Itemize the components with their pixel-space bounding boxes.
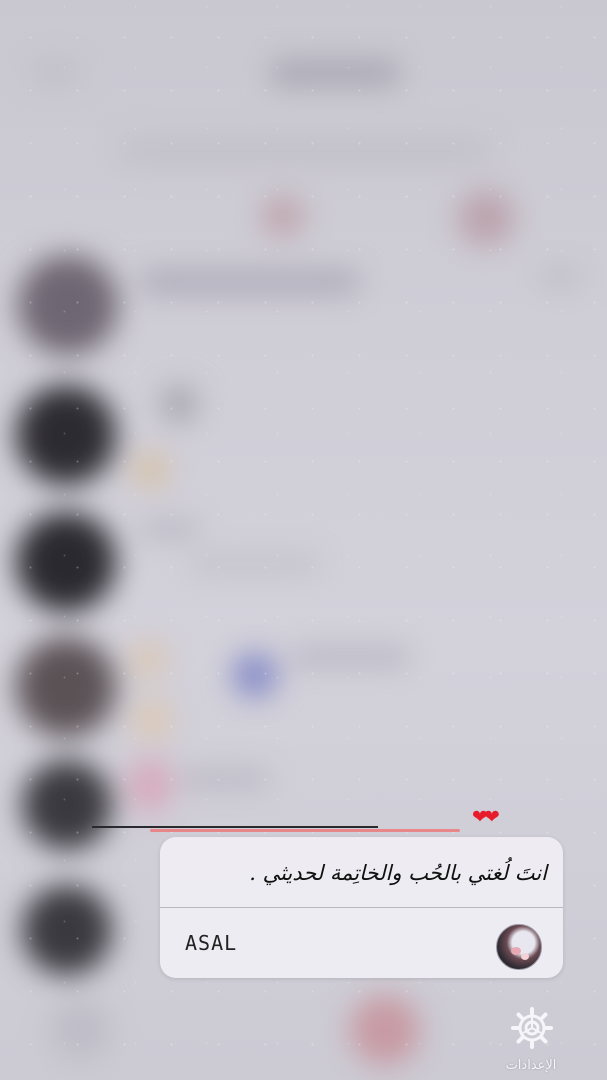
notification-card[interactable]: انتَ لُغتي بالحُب والخاتِمة لحديثي . ASA… [160, 837, 563, 978]
underline-red [150, 829, 460, 832]
sender-name: ASAL [185, 931, 238, 955]
settings-app[interactable]: الإعدادات [490, 1006, 572, 1080]
avatar-flower-2 [521, 953, 529, 960]
hearts-emoji: ❤❤ [472, 806, 500, 828]
sender-avatar[interactable] [496, 924, 542, 970]
quote-text: انتَ لُغتي بالحُب والخاتِمة لحديثي . [249, 861, 547, 885]
gear-icon [511, 1007, 553, 1049]
underline-black [92, 826, 378, 828]
avatar-flower-1 [511, 947, 521, 955]
settings-label: الإعدادات [505, 1058, 557, 1073]
card-divider [160, 907, 563, 908]
